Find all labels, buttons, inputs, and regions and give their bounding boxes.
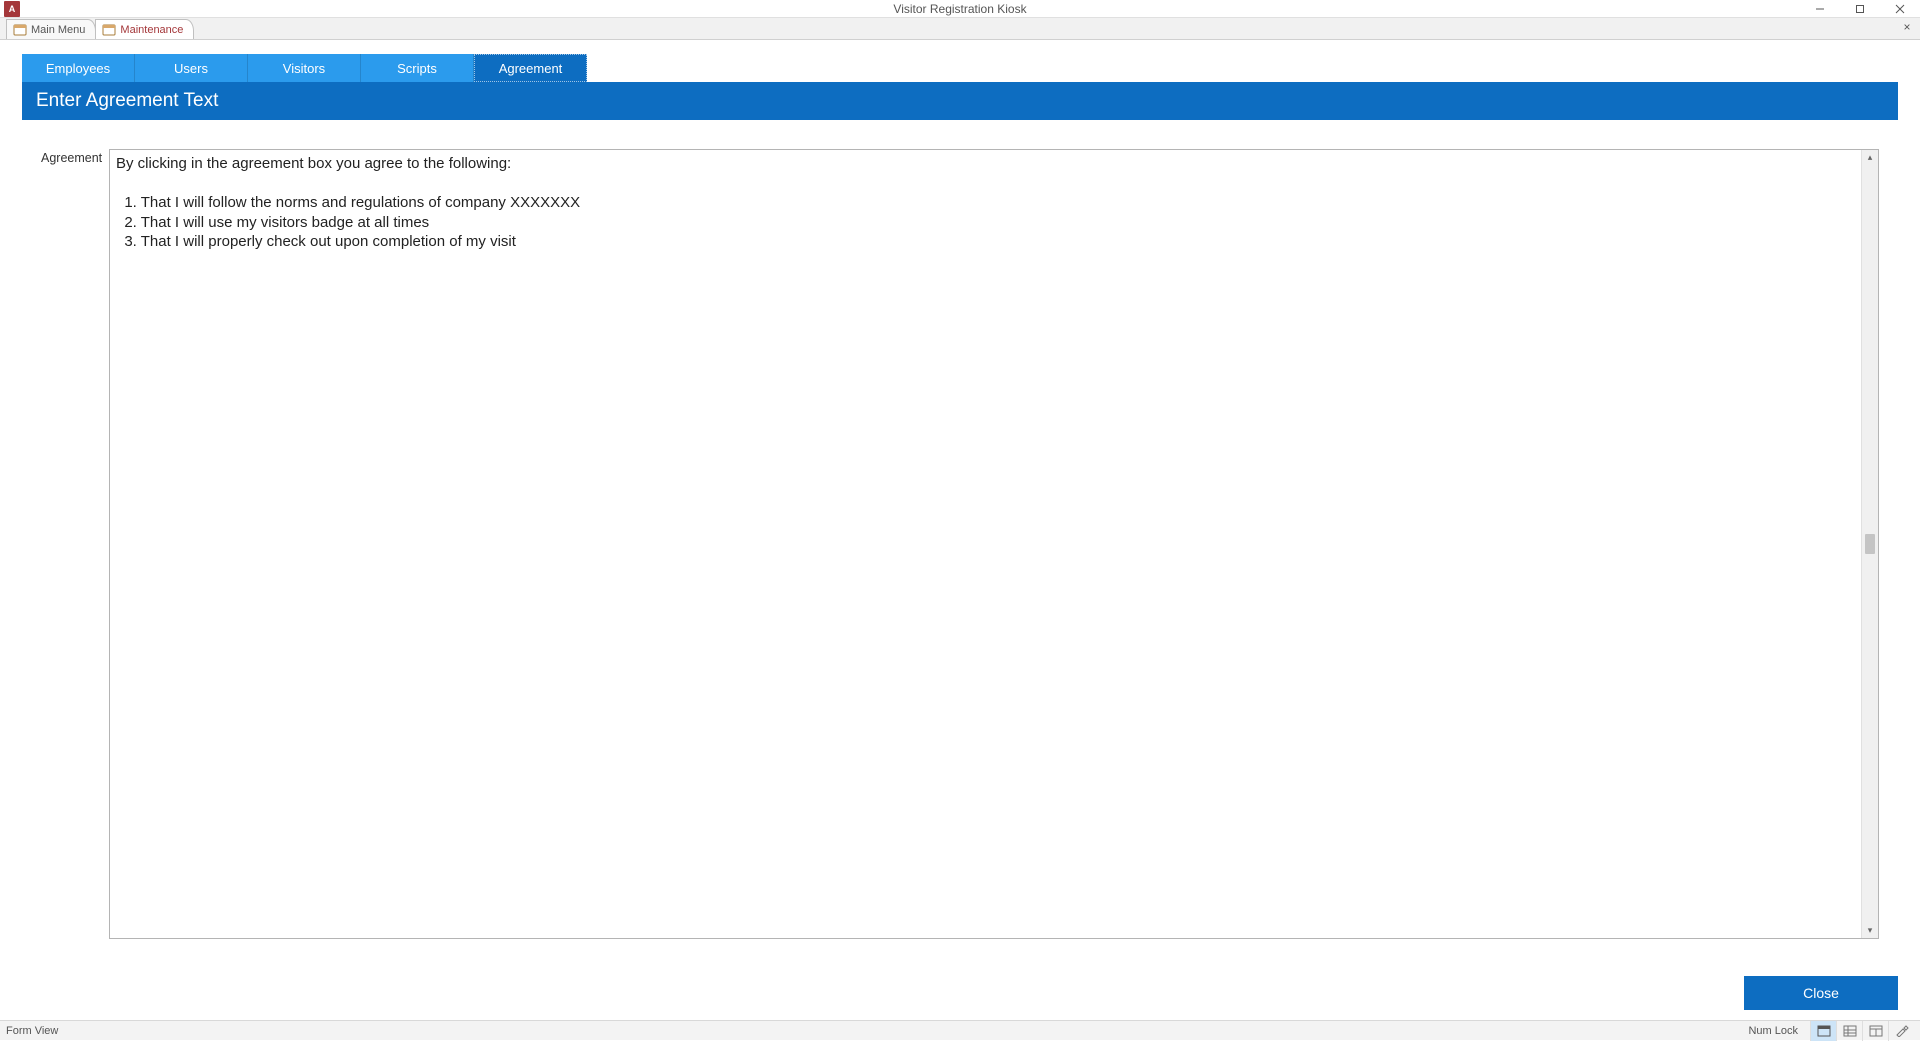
- window-controls: [1800, 0, 1920, 18]
- agreement-textarea[interactable]: By clicking in the agreement box you agr…: [110, 150, 1861, 938]
- agreement-field-wrap: By clicking in the agreement box you agr…: [109, 149, 1879, 939]
- nav-tab-agreement[interactable]: Agreement: [474, 54, 587, 82]
- document-tabs: Main Menu Maintenance ×: [0, 18, 1920, 40]
- content-body: Agreement By clicking in the agreement b…: [22, 134, 1898, 960]
- nav-tabs: Employees Users Visitors Scripts Agreeme…: [22, 54, 1898, 82]
- nav-tab-visitors[interactable]: Visitors: [248, 54, 361, 82]
- view-design-button[interactable]: [1888, 1021, 1914, 1041]
- status-left: Form View: [6, 1025, 58, 1037]
- view-datasheet-button[interactable]: [1836, 1021, 1862, 1041]
- page-header: Enter Agreement Text: [22, 82, 1898, 120]
- status-bar: Form View Num Lock: [0, 1020, 1920, 1040]
- nav-tab-scripts[interactable]: Scripts: [361, 54, 474, 82]
- maximize-button[interactable]: [1840, 0, 1880, 18]
- nav-tab-users[interactable]: Users: [135, 54, 248, 82]
- view-layout-button[interactable]: [1862, 1021, 1888, 1041]
- window-title: Visitor Registration Kiosk: [893, 2, 1026, 16]
- doc-tab-main-menu[interactable]: Main Menu: [6, 19, 96, 39]
- minimize-button[interactable]: [1800, 0, 1840, 18]
- scroll-thumb[interactable]: [1865, 534, 1875, 554]
- doc-tab-maintenance[interactable]: Maintenance: [95, 19, 194, 39]
- scrollbar[interactable]: ▴ ▾: [1861, 150, 1878, 938]
- view-form-button[interactable]: [1810, 1021, 1836, 1041]
- form-icon: [13, 24, 27, 36]
- close-tab-button[interactable]: ×: [1900, 20, 1914, 34]
- status-numlock: Num Lock: [1748, 1025, 1798, 1037]
- form-icon: [102, 24, 116, 36]
- scroll-down-icon[interactable]: ▾: [1868, 923, 1873, 938]
- access-app-icon: A: [4, 1, 20, 17]
- nav-tab-employees[interactable]: Employees: [22, 54, 135, 82]
- close-button[interactable]: Close: [1744, 976, 1898, 1010]
- window-close-button[interactable]: [1880, 0, 1920, 18]
- title-bar: A Visitor Registration Kiosk: [0, 0, 1920, 18]
- agreement-label: Agreement: [41, 149, 109, 165]
- scroll-up-icon[interactable]: ▴: [1868, 150, 1873, 165]
- doc-tab-label: Main Menu: [31, 24, 85, 36]
- form-area: Employees Users Visitors Scripts Agreeme…: [0, 40, 1920, 1020]
- doc-tab-label: Maintenance: [120, 24, 183, 36]
